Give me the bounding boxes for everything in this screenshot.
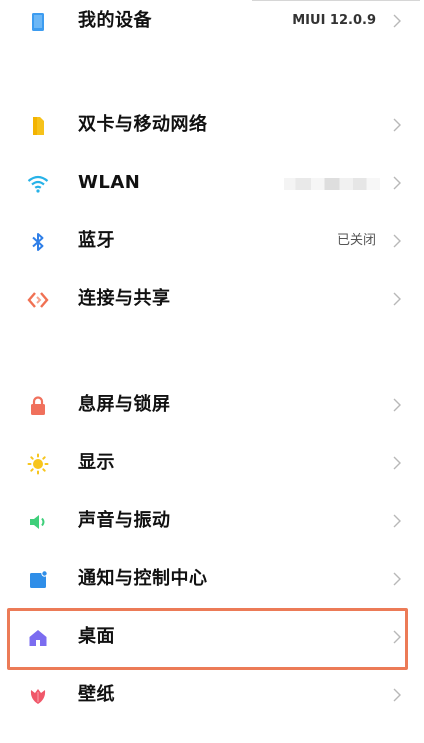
settings-item-label: 蓝牙: [78, 230, 115, 251]
wallpaper-flower-icon: [26, 684, 50, 708]
chevron-right-icon: [388, 270, 404, 328]
settings-item-my-device[interactable]: 我的设备 MIUI 12.0.9: [0, 0, 424, 50]
settings-item-value: MIUI 12.0.9: [292, 13, 376, 28]
settings-item-label: 壁纸: [78, 684, 115, 705]
settings-item-sound[interactable]: 声音与振动: [0, 492, 424, 550]
sun-icon: [26, 452, 50, 476]
chevron-right-icon: [388, 434, 404, 492]
chevron-right-icon: [388, 608, 404, 666]
bluetooth-icon: [26, 230, 50, 254]
settings-item-lock-screen[interactable]: 息屏与锁屏: [0, 376, 424, 434]
settings-item-label: 双卡与移动网络: [78, 114, 208, 135]
phone-icon: [26, 10, 50, 34]
connection-share-icon: [26, 288, 50, 312]
settings-item-label: 连接与共享: [78, 288, 171, 309]
settings-item-display[interactable]: 显示: [0, 434, 424, 492]
settings-item-wlan[interactable]: WLAN: [0, 154, 424, 212]
settings-group-device: 我的设备 MIUI 12.0.9: [0, 0, 424, 50]
settings-item-label: 息屏与锁屏: [78, 394, 171, 415]
settings-item-sim[interactable]: 双卡与移动网络: [0, 96, 424, 154]
settings-item-label: 声音与振动: [78, 510, 171, 531]
chevron-right-icon: [388, 96, 404, 154]
speaker-icon: [26, 510, 50, 534]
settings-item-home-screen[interactable]: 桌面: [0, 608, 424, 666]
sim-card-icon: [26, 114, 50, 138]
wifi-name-redacted: [284, 178, 380, 190]
chevron-right-icon: [388, 492, 404, 550]
chevron-right-icon: [388, 550, 404, 608]
settings-item-bluetooth[interactable]: 蓝牙 已关闭: [0, 212, 424, 270]
settings-group-personalization: 息屏与锁屏 显示 声音与振动 通知与控制中心 桌面 壁纸: [0, 376, 424, 724]
lock-icon: [26, 394, 50, 418]
chevron-right-icon: [388, 0, 404, 50]
chevron-right-icon: [388, 154, 404, 212]
settings-group-network: 双卡与移动网络 WLAN 蓝牙 已关闭 连接与共享: [0, 96, 424, 328]
settings-item-notification[interactable]: 通知与控制中心: [0, 550, 424, 608]
settings-item-label: 显示: [78, 452, 115, 473]
settings-item-label: WLAN: [78, 172, 141, 193]
notification-icon: [26, 568, 50, 592]
settings-item-label: 通知与控制中心: [78, 568, 208, 589]
settings-item-wallpaper[interactable]: 壁纸: [0, 666, 424, 724]
chevron-right-icon: [388, 666, 404, 724]
settings-item-label: 我的设备: [78, 10, 152, 31]
home-icon: [26, 626, 50, 650]
chevron-right-icon: [388, 376, 404, 434]
settings-item-label: 桌面: [78, 626, 115, 647]
wifi-icon: [26, 172, 50, 196]
settings-item-value: 已关闭: [336, 233, 376, 248]
settings-item-connection-share[interactable]: 连接与共享: [0, 270, 424, 328]
chevron-right-icon: [388, 212, 404, 270]
